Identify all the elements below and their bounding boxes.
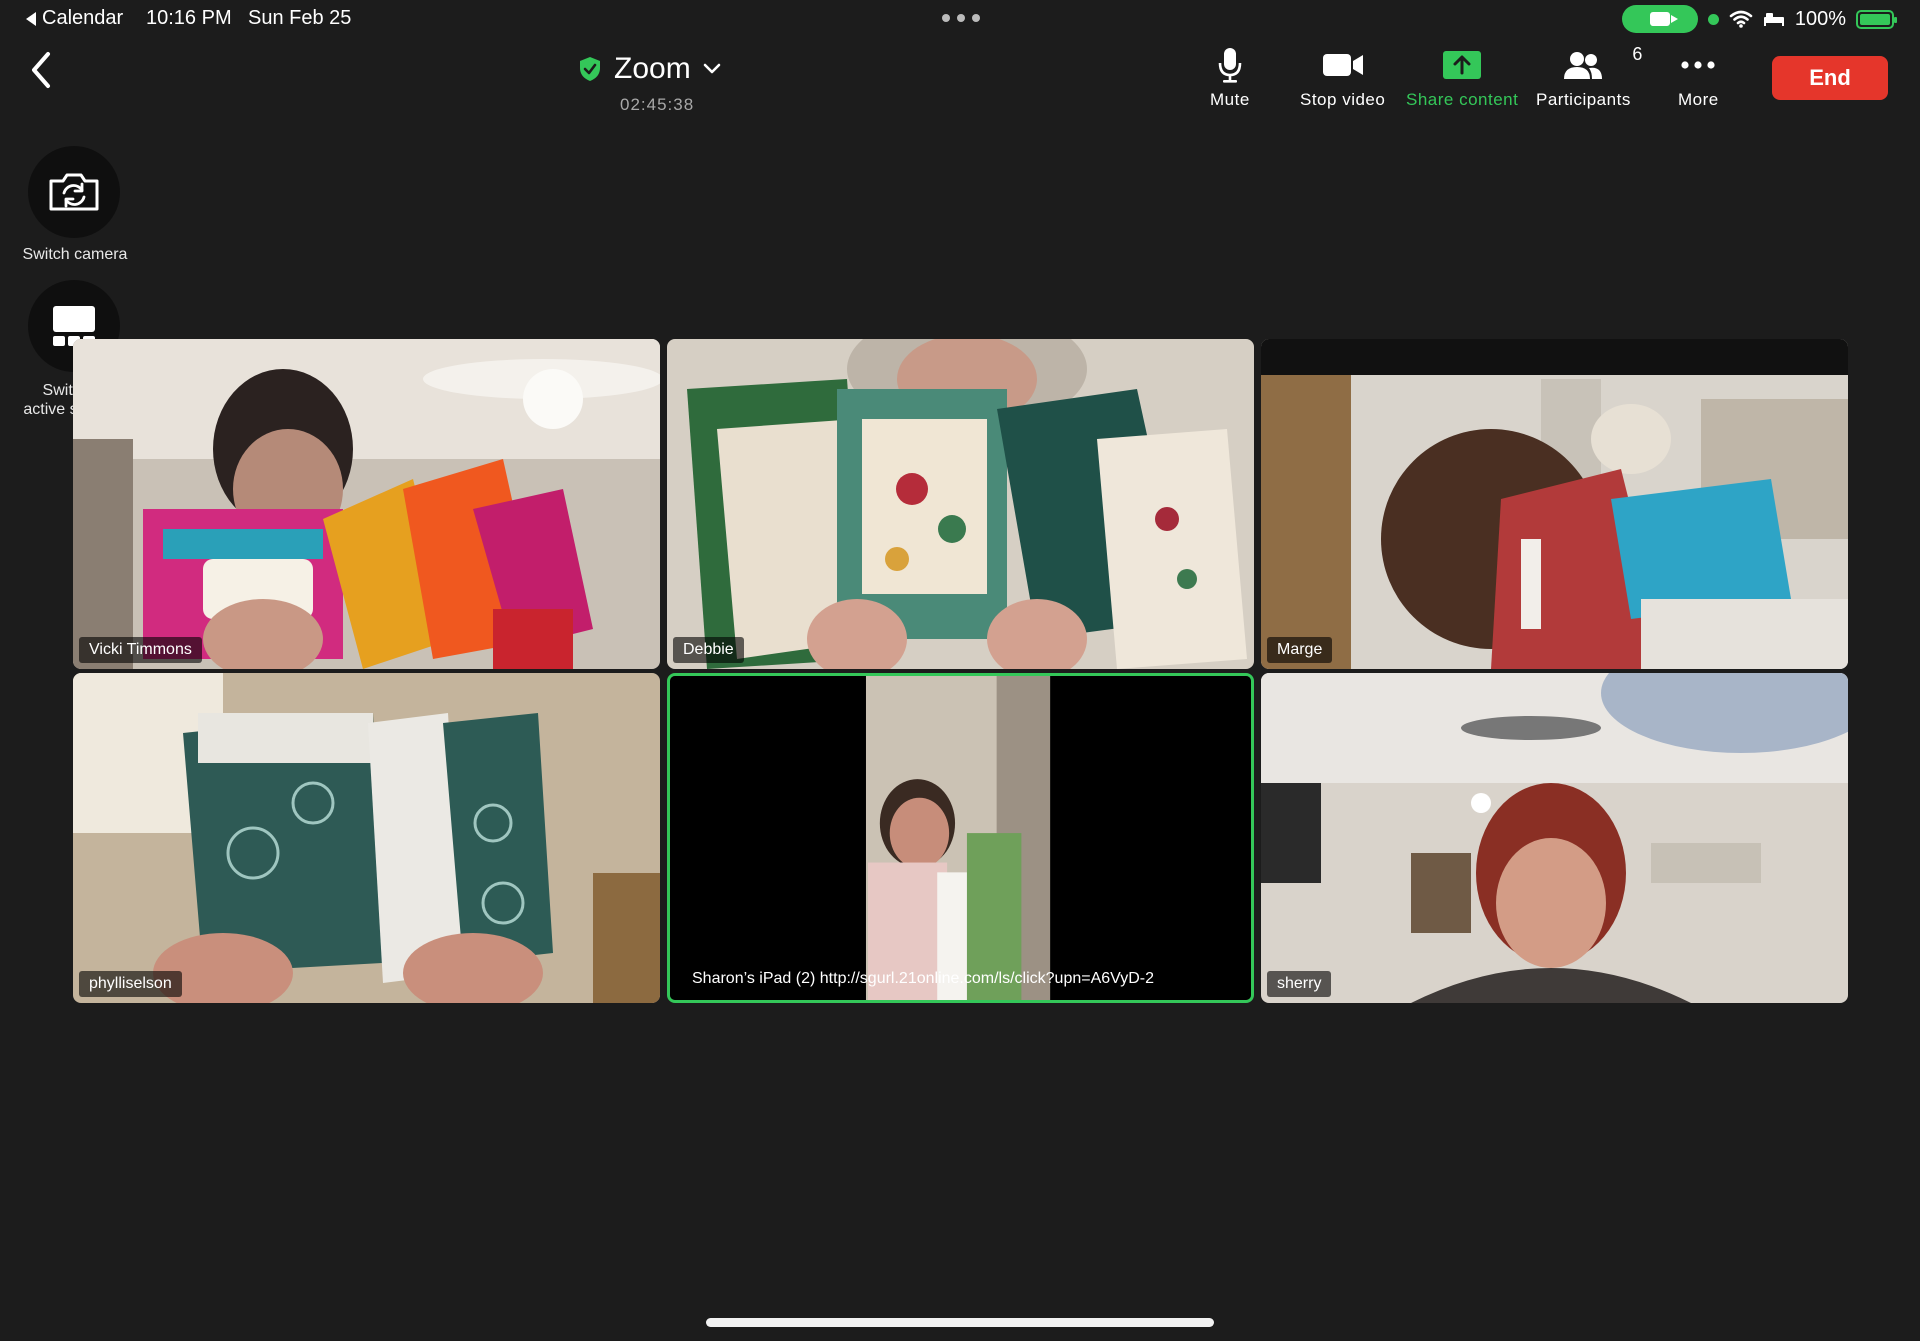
participant-video	[1261, 339, 1848, 669]
video-tile-sherry[interactable]: sherry	[1261, 673, 1848, 1003]
mute-label: Mute	[1210, 90, 1250, 109]
participant-name: Marge	[1267, 637, 1333, 663]
video-tile-debbie[interactable]: Debbie	[667, 339, 1254, 669]
share-screen-icon	[1443, 51, 1482, 79]
camera-indicator-dot-icon	[1707, 13, 1719, 25]
microphone-icon	[1218, 48, 1242, 83]
participant-name: phylliselson	[79, 971, 182, 997]
chevron-down-icon	[703, 63, 720, 74]
participants-label: Participants	[1536, 90, 1631, 109]
meeting-title: Zoom	[614, 52, 691, 85]
video-camera-icon	[1322, 54, 1363, 76]
stop-video-button[interactable]: Stop video	[1300, 44, 1385, 110]
participant-name: sherry	[1267, 971, 1332, 997]
switch-camera-label: Switch camera	[22, 246, 128, 263]
video-tile-phylliselson[interactable]: phylliselson	[73, 673, 660, 1003]
camera-in-use-icon	[1621, 5, 1698, 33]
back-chevron-icon[interactable]	[26, 50, 56, 90]
shield-check-icon	[580, 57, 600, 81]
home-indicator[interactable]	[706, 1318, 1214, 1327]
battery-percent: 100%	[1794, 7, 1846, 30]
video-tile-sharons-ipad[interactable]: Sharon’s iPad (2) http://sgurl.21online.…	[667, 673, 1254, 1003]
status-date: Sun Feb 25	[248, 7, 352, 29]
more-label: More	[1678, 90, 1719, 109]
wifi-icon	[1729, 10, 1753, 28]
participant-video	[670, 676, 1251, 1000]
participant-video	[73, 673, 660, 1003]
participant-name: Debbie	[673, 637, 744, 663]
participant-video	[73, 339, 660, 669]
participants-button[interactable]: 6 Participants	[1536, 44, 1642, 110]
meeting-title-dropdown[interactable]: Zoom	[578, 52, 721, 86]
share-content-button[interactable]: Share content	[1406, 44, 1518, 110]
status-time: 10:16 PM	[146, 7, 232, 29]
more-dots-icon	[1681, 61, 1715, 69]
mute-button[interactable]: Mute	[1210, 44, 1250, 110]
back-triangle-icon	[26, 11, 36, 26]
zoom-meeting-screen: Calendar 10:16 PM Sun Feb 25 100% Zoom 0…	[0, 0, 1920, 1341]
participant-video	[1261, 673, 1848, 1003]
participant-name: Sharon’s iPad (2) http://sgurl.21online.…	[692, 970, 1155, 987]
end-meeting-button[interactable]: End	[1772, 56, 1888, 100]
participant-name: Vicki Timmons	[79, 637, 202, 663]
participants-icon	[1564, 52, 1603, 79]
status-indicators: 100%	[1621, 5, 1897, 33]
back-to-app[interactable]: Calendar	[26, 7, 123, 30]
participant-video	[667, 339, 1254, 669]
switch-camera-button[interactable]	[28, 146, 120, 238]
multitasking-dots-icon[interactable]	[942, 14, 980, 22]
meeting-timer: 02:45:38	[620, 95, 695, 114]
share-content-label: Share content	[1406, 90, 1519, 109]
battery-icon	[1856, 9, 1897, 29]
video-tile-marge[interactable]: Marge	[1261, 339, 1848, 669]
sleep-focus-icon	[1763, 13, 1784, 26]
participants-count-badge: 6	[1632, 44, 1643, 64]
video-tile-vicki-timmons[interactable]: Vicki Timmons	[73, 339, 660, 669]
stop-video-label: Stop video	[1300, 90, 1386, 109]
back-app-label: Calendar	[42, 7, 124, 29]
more-button[interactable]: More	[1678, 44, 1719, 110]
camera-switch-icon	[49, 173, 99, 211]
status-bar: Calendar 10:16 PM Sun Feb 25 100%	[0, 0, 1920, 38]
